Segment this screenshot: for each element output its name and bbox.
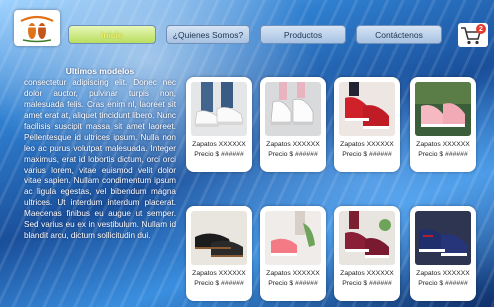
nav-quienes-somos[interactable]: ¿Quienes Somos? — [166, 25, 250, 44]
site-logo[interactable] — [14, 10, 60, 46]
product-price: Precio $ ###### — [268, 280, 318, 287]
product-name: Zapatos XXXXXX — [266, 141, 320, 148]
product-name: Zapatos XXXXXX — [416, 270, 470, 277]
product-price: Precio $ ###### — [194, 151, 244, 158]
product-image — [339, 82, 395, 136]
product-name: Zapatos XXXXXX — [340, 270, 394, 277]
cart-count-badge: 2 — [476, 24, 486, 34]
product-image — [339, 211, 395, 265]
product-image — [415, 82, 471, 136]
product-name: Zapatos XXXXXX — [266, 270, 320, 277]
product-name: Zapatos XXXXXX — [416, 141, 470, 148]
product-image — [265, 211, 321, 265]
product-card[interactable]: Zapatos XXXXXX Precio $ ###### — [186, 206, 252, 301]
product-image — [265, 82, 321, 136]
product-name: Zapatos XXXXXX — [340, 141, 394, 148]
product-card[interactable]: Zapatos XXXXXX Precio $ ###### — [186, 77, 252, 172]
product-price: Precio $ ###### — [418, 280, 468, 287]
product-card[interactable]: Zapatos XXXXXX Precio $ ###### — [410, 206, 476, 301]
product-price: Precio $ ###### — [342, 280, 392, 287]
product-card[interactable]: Zapatos XXXXXX Precio $ ###### — [260, 206, 326, 301]
product-card[interactable]: Zapatos XXXXXX Precio $ ###### — [334, 77, 400, 172]
product-price: Precio $ ###### — [268, 151, 318, 158]
product-price: Precio $ ###### — [418, 151, 468, 158]
product-name: Zapatos XXXXXX — [192, 270, 246, 277]
product-image — [191, 211, 247, 265]
product-image — [191, 82, 247, 136]
product-price: Precio $ ###### — [194, 280, 244, 287]
nav-inicio[interactable]: Inicio — [68, 25, 156, 44]
product-name: Zapatos XXXXXX — [192, 141, 246, 148]
about-text: consectetur adipiscing elit. Donec nec d… — [24, 78, 176, 240]
nav-productos[interactable]: Productos — [260, 25, 346, 44]
sandal-footprint-logo-icon — [20, 15, 54, 43]
product-card[interactable]: Zapatos XXXXXX Precio $ ###### — [260, 77, 326, 172]
product-image — [415, 211, 471, 265]
about-section: Ultimos modelos consectetur adipiscing e… — [24, 66, 176, 242]
section-title: Ultimos modelos — [65, 66, 135, 76]
nav-contactenos[interactable]: Contáctenos — [356, 25, 442, 44]
product-card[interactable]: Zapatos XXXXXX Precio $ ###### — [334, 206, 400, 301]
product-price: Precio $ ###### — [342, 151, 392, 158]
cart-button[interactable]: 2 — [458, 23, 488, 47]
product-card[interactable]: Zapatos XXXXXX Precio $ ###### — [410, 77, 476, 172]
